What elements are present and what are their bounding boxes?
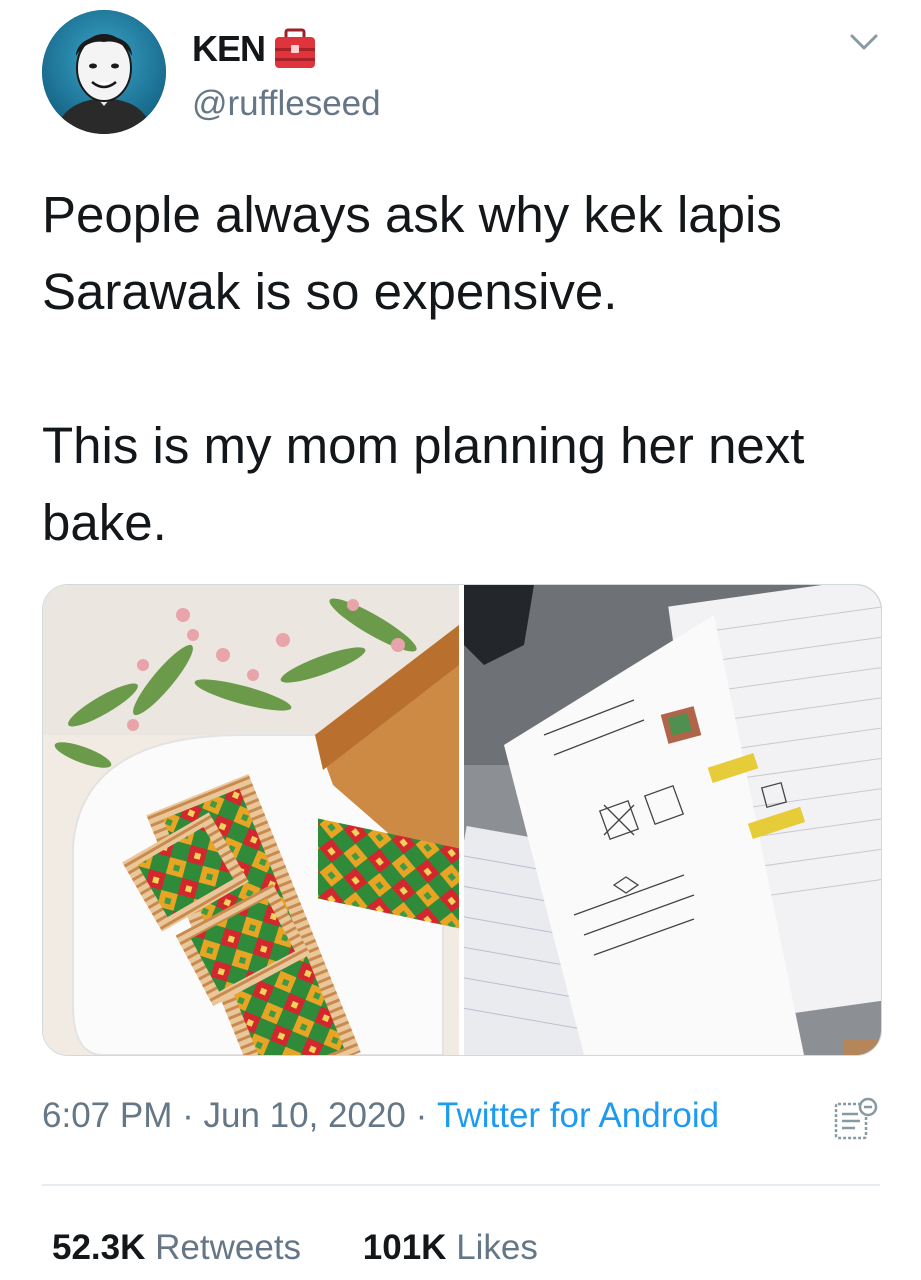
tweet-date[interactable]: Jun 10, 2020	[203, 1096, 405, 1136]
chevron-down-icon[interactable]	[846, 24, 882, 60]
display-name[interactable]: KEN	[192, 28, 266, 70]
likes-count: 101K	[362, 1228, 447, 1267]
likes-label: Likes	[456, 1228, 538, 1267]
tweet-stats: 52.3K Retweets 101K Likes	[52, 1228, 590, 1268]
name-row: KEN	[192, 28, 317, 70]
tweet-text: People always ask why kek lapis Sarawak …	[42, 176, 882, 561]
retweets-stat[interactable]: 52.3K Retweets	[52, 1228, 301, 1268]
tweet-paragraph: People always ask why kek lapis Sarawak …	[42, 186, 782, 320]
retweets-label: Retweets	[155, 1228, 302, 1267]
toolbox-emoji-icon	[273, 28, 317, 70]
divider	[42, 1184, 880, 1186]
likes-stat[interactable]: 101K Likes	[363, 1228, 538, 1268]
user-handle[interactable]: @ruffleseed	[192, 84, 381, 124]
planning-sheets-photo[interactable]	[464, 585, 881, 1055]
tweet-paragraph: This is my mom planning her next bake.	[42, 417, 805, 551]
analytics-icon[interactable]	[833, 1096, 879, 1142]
avatar[interactable]	[42, 10, 166, 134]
tweet-meta: 6:07 PM · Jun 10, 2020 · Twitter for And…	[42, 1096, 882, 1136]
tweet-header: KEN @ruffleseed	[42, 10, 882, 135]
retweets-count: 52.3K	[52, 1228, 146, 1267]
tweet-time[interactable]: 6:07 PM	[42, 1096, 172, 1136]
meta-separator: ·	[182, 1096, 194, 1135]
meta-separator: ·	[415, 1096, 428, 1135]
cake-photo[interactable]	[43, 585, 459, 1055]
tweet-media	[42, 584, 882, 1056]
tweet-source-link[interactable]: Twitter for Android	[437, 1096, 719, 1136]
